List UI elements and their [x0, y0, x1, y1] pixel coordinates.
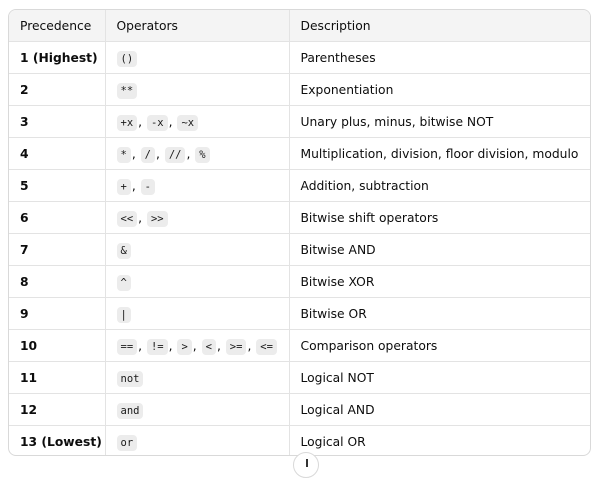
- operator-code: &: [116, 242, 131, 259]
- operator-code: >: [177, 338, 192, 355]
- operator-code: -x: [146, 114, 168, 131]
- operator-separator: ,: [168, 114, 177, 129]
- table-row: 1 (Highest) () Parentheses: [9, 41, 590, 74]
- operators-cell: (): [105, 41, 290, 74]
- precedence-cell: 12: [9, 393, 106, 426]
- operator-precedence-table: Precedence Operators Description 1 (High…: [9, 10, 590, 455]
- operator-code: not: [116, 370, 144, 387]
- description-cell: Bitwise shift operators: [289, 201, 590, 234]
- table-row: 3 +x, -x, ~x Unary plus, minus, bitwise NO…: [9, 105, 590, 138]
- operators-cell: &: [105, 233, 290, 266]
- operator-code: (): [116, 50, 138, 67]
- operator-separator: ,: [138, 114, 146, 129]
- header-description: Description: [289, 10, 590, 42]
- operator-separator: ,: [138, 210, 146, 225]
- description-cell: Bitwise XOR: [289, 265, 590, 298]
- table-header-row: Precedence Operators Description: [9, 10, 590, 42]
- table-row: 10 ==, !=, >, <, >=, <= Comparison operato…: [9, 329, 590, 362]
- operator-code: !=: [146, 338, 168, 355]
- table-row: 7 & Bitwise AND: [9, 233, 590, 266]
- operators-cell: <<, >>: [105, 201, 290, 234]
- operator-code: *: [116, 146, 131, 163]
- precedence-cell: 1 (Highest): [9, 41, 106, 74]
- description-cell: Addition, subtraction: [289, 169, 590, 202]
- operators-cell: *, /, //, %: [105, 137, 290, 170]
- operators-cell: and: [105, 393, 290, 426]
- table-body: 1 (Highest) () Parentheses 2 ** Exponentiatio…: [9, 41, 590, 455]
- operator-code: <=: [256, 338, 277, 355]
- table-row: 8 ^ Bitwise XOR: [9, 265, 590, 298]
- operator-code: |: [116, 306, 131, 323]
- description-cell: Bitwise AND: [289, 233, 590, 266]
- description-cell: Bitwise OR: [289, 297, 590, 330]
- operator-code: or: [116, 434, 138, 451]
- table-row: 6 <<, >> Bitwise shift operators: [9, 201, 590, 234]
- operator-code: /: [140, 146, 155, 163]
- precedence-cell: 6: [9, 201, 106, 234]
- precedence-cell: 8: [9, 265, 106, 298]
- description-cell: Unary plus, minus, bitwise NOT: [289, 105, 590, 138]
- operator-separator: ,: [192, 338, 201, 353]
- operator-code: ~x: [177, 114, 199, 131]
- description-cell: Logical OR: [300, 434, 366, 449]
- operator-separator: ,: [138, 338, 146, 353]
- operator-separator: ,: [155, 146, 164, 161]
- operator-code: %: [195, 146, 210, 163]
- operators-cell: +x, -x, ~x: [105, 105, 290, 138]
- operator-code: -: [140, 178, 155, 195]
- operator-separator: ,: [247, 338, 256, 353]
- precedence-cell: 7: [9, 233, 106, 266]
- table-row: 13 (Lowest) or Logical OR: [9, 425, 590, 455]
- precedence-cell: 11: [9, 361, 106, 394]
- operator-code: **: [116, 82, 138, 99]
- description-cell: Logical AND: [289, 393, 590, 426]
- operator-code: +: [116, 178, 131, 195]
- precedence-cell: 3: [9, 105, 106, 138]
- precedence-table-container: Precedence Operators Description 1 (High…: [8, 9, 591, 456]
- description-cell: Multiplication, division, floor division…: [289, 137, 590, 170]
- operator-code: ^: [116, 274, 131, 291]
- precedence-cell: 2: [9, 73, 106, 106]
- precedence-cell: 4: [9, 137, 106, 170]
- operator-code: and: [116, 402, 144, 419]
- table-row: 12 and Logical AND: [9, 393, 590, 426]
- header-operators: Operators: [105, 10, 290, 42]
- operator-code: >=: [225, 338, 247, 355]
- arrow-down-icon: [306, 459, 308, 467]
- precedence-cell: 9: [9, 297, 106, 330]
- header-precedence: Precedence: [9, 10, 106, 42]
- precedence-cell: 10: [9, 329, 106, 362]
- table-row: 2 ** Exponentiation: [9, 73, 590, 106]
- table-row: 5 +, - Addition, subtraction: [9, 169, 590, 202]
- table-row: 9 | Bitwise OR: [9, 297, 590, 330]
- operators-cell: ^: [105, 265, 290, 298]
- operators-cell: or: [105, 425, 290, 455]
- operators-cell: +, -: [105, 169, 290, 202]
- description-cell: Parentheses: [289, 41, 590, 74]
- description-cell: Exponentiation: [289, 73, 590, 106]
- operators-cell: **: [105, 73, 290, 106]
- operator-code: //: [164, 146, 186, 163]
- operator-separator: ,: [131, 178, 140, 193]
- table-row: 11 not Logical NOT: [9, 361, 590, 394]
- operators-cell: |: [105, 297, 290, 330]
- precedence-cell: 13 (Lowest): [9, 425, 106, 455]
- operator-code: +x: [116, 114, 138, 131]
- operators-cell: not: [105, 361, 290, 394]
- operator-code: ==: [116, 338, 138, 355]
- operator-separator: ,: [216, 338, 225, 353]
- operator-separator: ,: [186, 146, 195, 161]
- precedence-cell: 5: [9, 169, 106, 202]
- operator-code: <: [201, 338, 216, 355]
- operator-separator: ,: [168, 338, 177, 353]
- operator-code: >>: [146, 210, 168, 227]
- table-row: 4 *, /, //, % Multiplication, division, fl…: [9, 137, 590, 170]
- scroll-down-button[interactable]: [293, 452, 319, 478]
- operators-cell: ==, !=, >, <, >=, <=: [105, 329, 290, 362]
- operator-separator: ,: [131, 146, 140, 161]
- description-cell: Logical NOT: [289, 361, 590, 394]
- description-cell: Comparison operators: [289, 329, 590, 362]
- operator-code: <<: [116, 210, 138, 227]
